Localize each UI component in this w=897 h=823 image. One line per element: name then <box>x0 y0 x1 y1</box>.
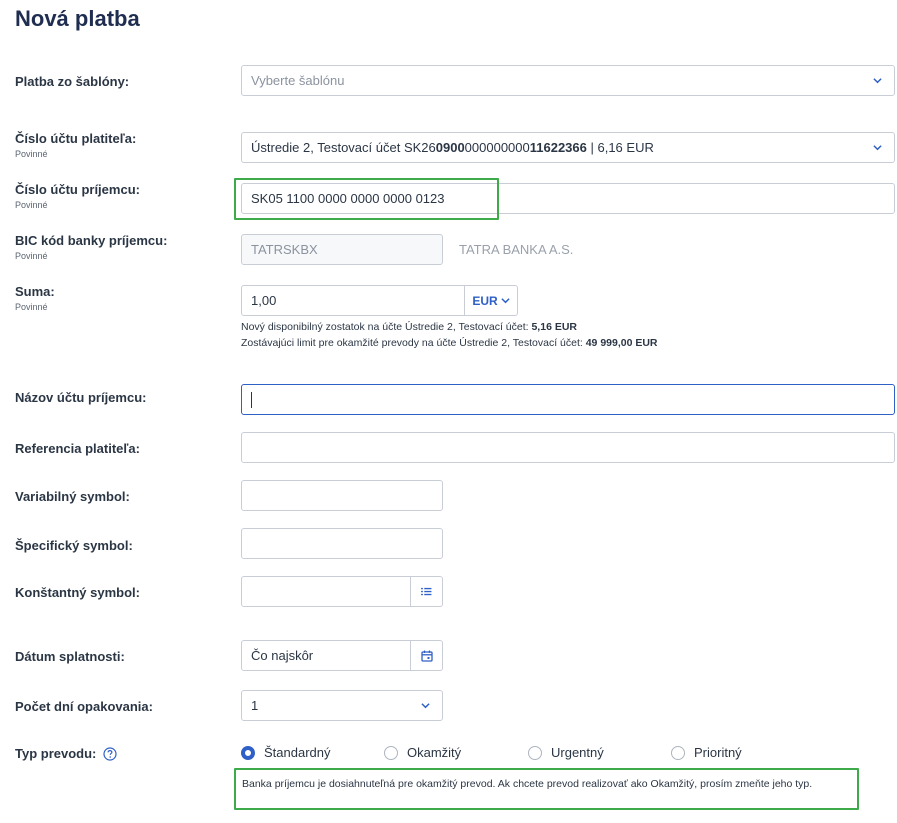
payer-account-label-text: Číslo účtu platiteľa: <box>15 131 137 146</box>
amount-label: Suma: Povinné <box>15 284 55 312</box>
list-icon <box>421 587 432 596</box>
instant-transfer-message: Banka príjemcu je dosiahnuteľná pre okam… <box>234 768 859 810</box>
required-hint: Povinné <box>15 149 48 159</box>
calendar-icon <box>420 650 433 662</box>
due-date-label: Dátum splatnosti: <box>15 649 125 664</box>
payer-account-value: Ústredie 2, Testovací účet SK26090000000… <box>251 140 654 155</box>
radio-label: Štandardný <box>264 745 331 760</box>
variable-symbol-label: Variabilný symbol: <box>15 489 130 504</box>
template-select[interactable]: Vyberte šablónu <box>241 65 895 96</box>
currency-select[interactable]: EUR <box>465 285 518 316</box>
radio-priority[interactable]: Prioritný <box>671 745 742 760</box>
radio-instant[interactable]: Okamžitý <box>384 745 461 760</box>
chevron-down-icon <box>421 702 430 708</box>
payer-account-select[interactable]: Ústredie 2, Testovací účet SK26090000000… <box>241 132 895 163</box>
template-placeholder: Vyberte šablónu <box>251 73 345 88</box>
payer-account-label: Číslo účtu platiteľa: Povinné <box>15 131 136 159</box>
payee-name-label: Názov účtu príjemcu: <box>15 390 147 405</box>
repeat-days-value: 1 <box>251 698 259 713</box>
radio-button <box>528 745 542 760</box>
text-cursor <box>251 391 252 408</box>
variable-symbol-input[interactable] <box>241 480 443 511</box>
specific-symbol-input[interactable] <box>241 528 443 559</box>
radio-button <box>384 745 398 760</box>
currency-value: EUR <box>472 293 498 308</box>
radio-label: Prioritný <box>694 745 742 760</box>
help-icon[interactable] <box>103 746 117 761</box>
calendar-button[interactable] <box>411 640 443 671</box>
required-hint: Povinné <box>15 200 48 210</box>
chevron-down-icon <box>873 144 882 150</box>
bic-label-text: BIC kód banky príjemcu: <box>15 233 168 248</box>
bic-label: BIC kód banky príjemcu: Povinné <box>15 233 167 261</box>
template-label: Platba zo šablóny: <box>15 74 130 89</box>
required-hint: Povinné <box>15 251 48 261</box>
payer-reference-input[interactable] <box>241 432 895 463</box>
transfer-type-label-text: Typ prevodu: <box>15 746 97 761</box>
due-date-input[interactable]: Čo najskôr <box>241 640 411 671</box>
amount-input[interactable]: 1,00 <box>241 285 465 316</box>
constant-symbol-list-button[interactable] <box>411 576 443 607</box>
radio-button <box>671 745 685 760</box>
constant-symbol-input[interactable] <box>241 576 411 607</box>
repeat-days-label: Počet dní opakovania: <box>15 699 153 714</box>
amount-label-text: Suma: <box>15 284 55 299</box>
due-date-value: Čo najskôr <box>251 648 314 663</box>
required-hint: Povinné <box>15 302 48 312</box>
transfer-type-label: Typ prevodu: <box>15 746 117 761</box>
chevron-down-icon <box>873 77 882 83</box>
chevron-down-icon <box>501 298 510 304</box>
bank-name: TATRA BANKA A.S. <box>459 242 574 257</box>
amount-value: 1,00 <box>251 293 277 308</box>
bic-value: TATRSKBX <box>251 242 318 257</box>
limit-note: Zostávajúci limit pre okamžité prevody n… <box>241 337 658 349</box>
payee-name-input[interactable] <box>241 384 895 415</box>
radio-standard[interactable]: Štandardný <box>241 745 331 760</box>
radio-button-checked <box>241 745 255 760</box>
radio-label: Okamžitý <box>407 745 462 760</box>
payee-account-highlight <box>234 178 499 220</box>
payee-account-label: Číslo účtu príjemcu: Povinné <box>15 182 140 210</box>
balance-note: Nový disponibilný zostatok na účte Ústre… <box>241 321 577 333</box>
specific-symbol-label: Špecifický symbol: <box>15 538 133 553</box>
constant-symbol-label: Konštantný symbol: <box>15 585 140 600</box>
payee-account-label-text: Číslo účtu príjemcu: <box>15 182 140 197</box>
payer-reference-label: Referencia platiteľa: <box>15 441 140 456</box>
bic-input: TATRSKBX <box>241 234 443 265</box>
radio-label: Urgentný <box>551 745 604 760</box>
page-title: Nová platba <box>15 6 140 31</box>
radio-urgent[interactable]: Urgentný <box>528 745 604 760</box>
repeat-days-select[interactable]: 1 <box>241 690 443 721</box>
